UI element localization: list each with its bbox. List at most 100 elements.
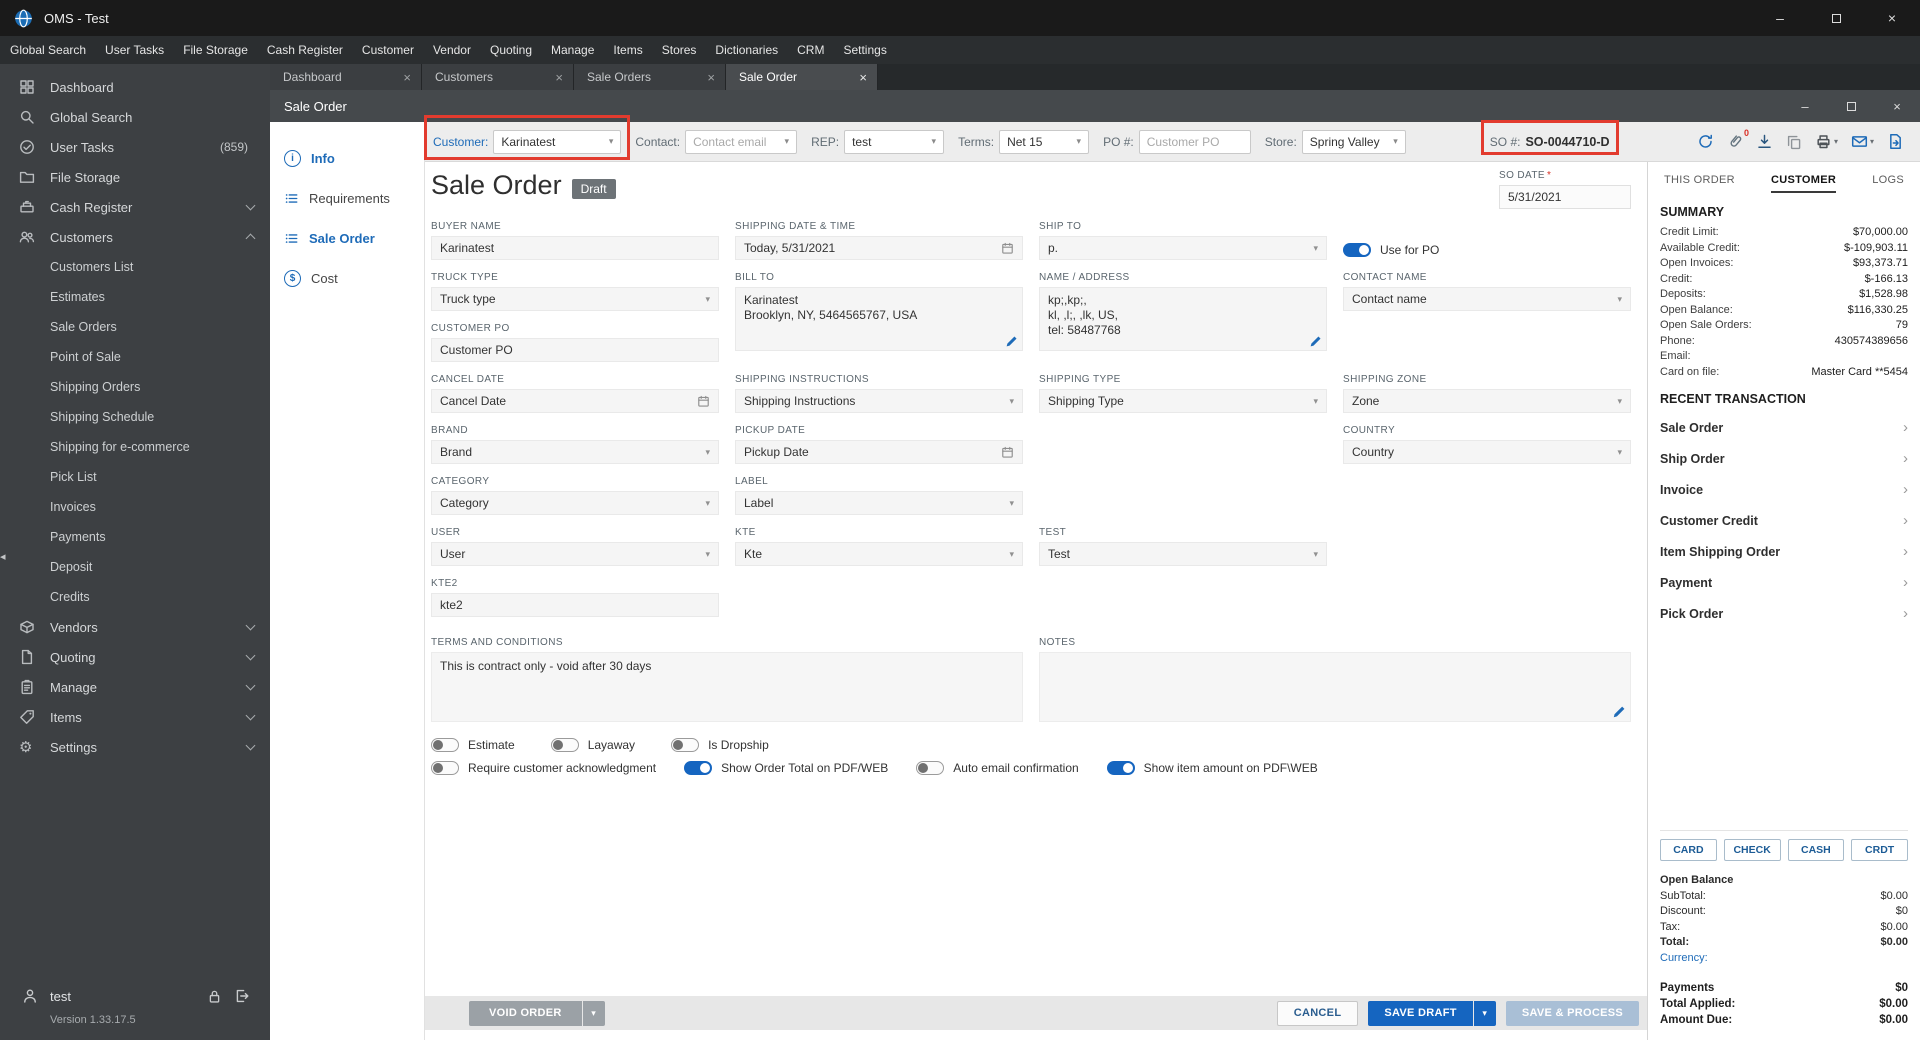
recent-item-invoice[interactable]: Invoice›	[1660, 474, 1908, 505]
tab-customer[interactable]: CUSTOMER	[1771, 174, 1836, 193]
save-draft-dropdown[interactable]: ▾	[1474, 1001, 1496, 1026]
notes-textarea[interactable]	[1039, 652, 1631, 722]
edit-icon[interactable]	[1309, 335, 1322, 348]
contact-select[interactable]: Contact email ▾	[685, 130, 797, 154]
window-maximize-button[interactable]	[1808, 0, 1864, 36]
cancel-button[interactable]: CANCEL	[1277, 1001, 1359, 1026]
sidebar-item-point-of-sale[interactable]: Point of Sale	[0, 342, 270, 372]
show-item-amount-toggle[interactable]	[1107, 761, 1135, 775]
sidebar-item-payments[interactable]: Payments	[0, 522, 270, 552]
category-select[interactable]: Category ▾	[431, 491, 719, 515]
menu-items[interactable]: Items	[613, 43, 642, 57]
email-icon[interactable]: ▾	[1851, 133, 1874, 150]
cash-button[interactable]: CASH	[1788, 839, 1845, 861]
sidebar-item-shipping-ecommerce[interactable]: Shipping for e-commerce	[0, 432, 270, 462]
is-dropship-toggle[interactable]	[671, 738, 699, 752]
require-acknowledgment-toggle[interactable]	[431, 761, 459, 775]
kte2-input[interactable]: kte2	[431, 593, 719, 617]
rep-select[interactable]: test ▾	[844, 130, 944, 154]
window-minimize-button[interactable]: –	[1752, 0, 1808, 36]
menu-vendor[interactable]: Vendor	[433, 43, 471, 57]
sidebar-item-vendors[interactable]: Vendors	[0, 612, 270, 642]
close-icon[interactable]: ×	[707, 70, 715, 85]
menu-stores[interactable]: Stores	[662, 43, 697, 57]
sidebar-item-cash-register[interactable]: Cash Register	[0, 192, 270, 222]
ship-to-select[interactable]: p. ▾	[1039, 236, 1327, 260]
so-date-input[interactable]: 5/31/2021	[1499, 185, 1631, 209]
sidebar-item-user-tasks[interactable]: User Tasks (859)	[0, 132, 270, 162]
sidebar-item-invoices[interactable]: Invoices	[0, 492, 270, 522]
show-order-total-toggle[interactable]	[684, 761, 712, 775]
panel-restore-button[interactable]	[1828, 90, 1874, 122]
crdt-button[interactable]: CRDT	[1851, 839, 1908, 861]
estimate-toggle[interactable]	[431, 738, 459, 752]
save-draft-button[interactable]: SAVE DRAFT	[1368, 1001, 1472, 1026]
contact-name-select[interactable]: Contact name ▾	[1343, 287, 1631, 311]
shipping-instructions-select[interactable]: Shipping Instructions ▾	[735, 389, 1023, 413]
shipping-type-select[interactable]: Shipping Type ▾	[1039, 389, 1327, 413]
check-button[interactable]: CHECK	[1724, 839, 1781, 861]
sidebar-item-items[interactable]: Items	[0, 702, 270, 732]
subnav-item-cost[interactable]: $ Cost	[270, 258, 424, 298]
shipping-zone-select[interactable]: Zone ▾	[1343, 389, 1631, 413]
menu-user-tasks[interactable]: User Tasks	[105, 43, 164, 57]
tab-customers[interactable]: Customers ×	[422, 64, 574, 90]
window-close-button[interactable]: ×	[1864, 0, 1920, 36]
menu-file-storage[interactable]: File Storage	[183, 43, 248, 57]
auto-email-toggle[interactable]	[916, 761, 944, 775]
customer-select[interactable]: Karinatest ▾	[493, 130, 621, 154]
sidebar-item-customers-list[interactable]: Customers List	[0, 252, 270, 282]
user-select[interactable]: User ▾	[431, 542, 719, 566]
tab-sale-orders[interactable]: Sale Orders ×	[574, 64, 726, 90]
recent-item-ship-order[interactable]: Ship Order›	[1660, 443, 1908, 474]
sidebar-item-deposit[interactable]: Deposit	[0, 552, 270, 582]
currency-link[interactable]: Currency:	[1660, 951, 1708, 967]
layaway-toggle[interactable]	[551, 738, 579, 752]
sidebar-item-dashboard[interactable]: Dashboard	[0, 72, 270, 102]
sidebar-item-quoting[interactable]: Quoting	[0, 642, 270, 672]
buyer-name-input[interactable]: Karinatest	[431, 236, 719, 260]
recent-item-customer-credit[interactable]: Customer Credit›	[1660, 505, 1908, 536]
menu-global-search[interactable]: Global Search	[10, 43, 86, 57]
void-order-button[interactable]: VOID ORDER	[469, 1001, 582, 1026]
po-number-input[interactable]: Customer PO	[1139, 130, 1251, 154]
subnav-item-info[interactable]: i Info	[270, 138, 424, 178]
save-process-button[interactable]: SAVE & PROCESS	[1506, 1001, 1639, 1026]
customer-po-input[interactable]: Customer PO	[431, 338, 719, 362]
cancel-date-input[interactable]: Cancel Date	[431, 389, 719, 413]
menu-customer[interactable]: Customer	[362, 43, 414, 57]
tab-dashboard[interactable]: Dashboard ×	[270, 64, 422, 90]
shipping-date-input[interactable]: Today, 5/31/2021	[735, 236, 1023, 260]
label-select[interactable]: Label ▾	[735, 491, 1023, 515]
recent-item-payment[interactable]: Payment›	[1660, 567, 1908, 598]
recent-item-sale-order[interactable]: Sale Order›	[1660, 412, 1908, 443]
close-icon[interactable]: ×	[403, 70, 411, 85]
country-select[interactable]: Country ▾	[1343, 440, 1631, 464]
sidebar-item-settings[interactable]: ⚙ Settings	[0, 732, 270, 762]
sidebar-item-sale-orders[interactable]: Sale Orders	[0, 312, 270, 342]
calendar-icon[interactable]	[1001, 446, 1014, 459]
void-order-dropdown[interactable]: ▾	[583, 1001, 605, 1026]
sidebar-item-shipping-orders[interactable]: Shipping Orders	[0, 372, 270, 402]
tab-this-order[interactable]: THIS ORDER	[1664, 174, 1735, 193]
calendar-icon[interactable]	[697, 395, 710, 408]
print-icon[interactable]: ▾	[1815, 133, 1838, 150]
sidebar-item-shipping-schedule[interactable]: Shipping Schedule	[0, 402, 270, 432]
panel-close-button[interactable]: ×	[1874, 90, 1920, 122]
attachment-icon[interactable]: 0	[1727, 134, 1743, 150]
close-icon[interactable]: ×	[859, 70, 867, 85]
menu-crm[interactable]: CRM	[797, 43, 824, 57]
menu-cash-register[interactable]: Cash Register	[267, 43, 343, 57]
kte-select[interactable]: Kte ▾	[735, 542, 1023, 566]
sidebar-item-file-storage[interactable]: File Storage	[0, 162, 270, 192]
panel-minimize-button[interactable]: –	[1782, 90, 1828, 122]
copy-icon[interactable]	[1786, 134, 1802, 150]
card-button[interactable]: CARD	[1660, 839, 1717, 861]
menu-quoting[interactable]: Quoting	[490, 43, 532, 57]
menu-manage[interactable]: Manage	[551, 43, 594, 57]
pickup-date-input[interactable]: Pickup Date	[735, 440, 1023, 464]
bill-to-box[interactable]: Karinatest Brooklyn, NY, 5464565767, USA	[735, 287, 1023, 351]
edit-icon[interactable]	[1612, 705, 1626, 719]
sidebar-item-credits[interactable]: Credits	[0, 582, 270, 612]
download-icon[interactable]	[1756, 133, 1773, 150]
